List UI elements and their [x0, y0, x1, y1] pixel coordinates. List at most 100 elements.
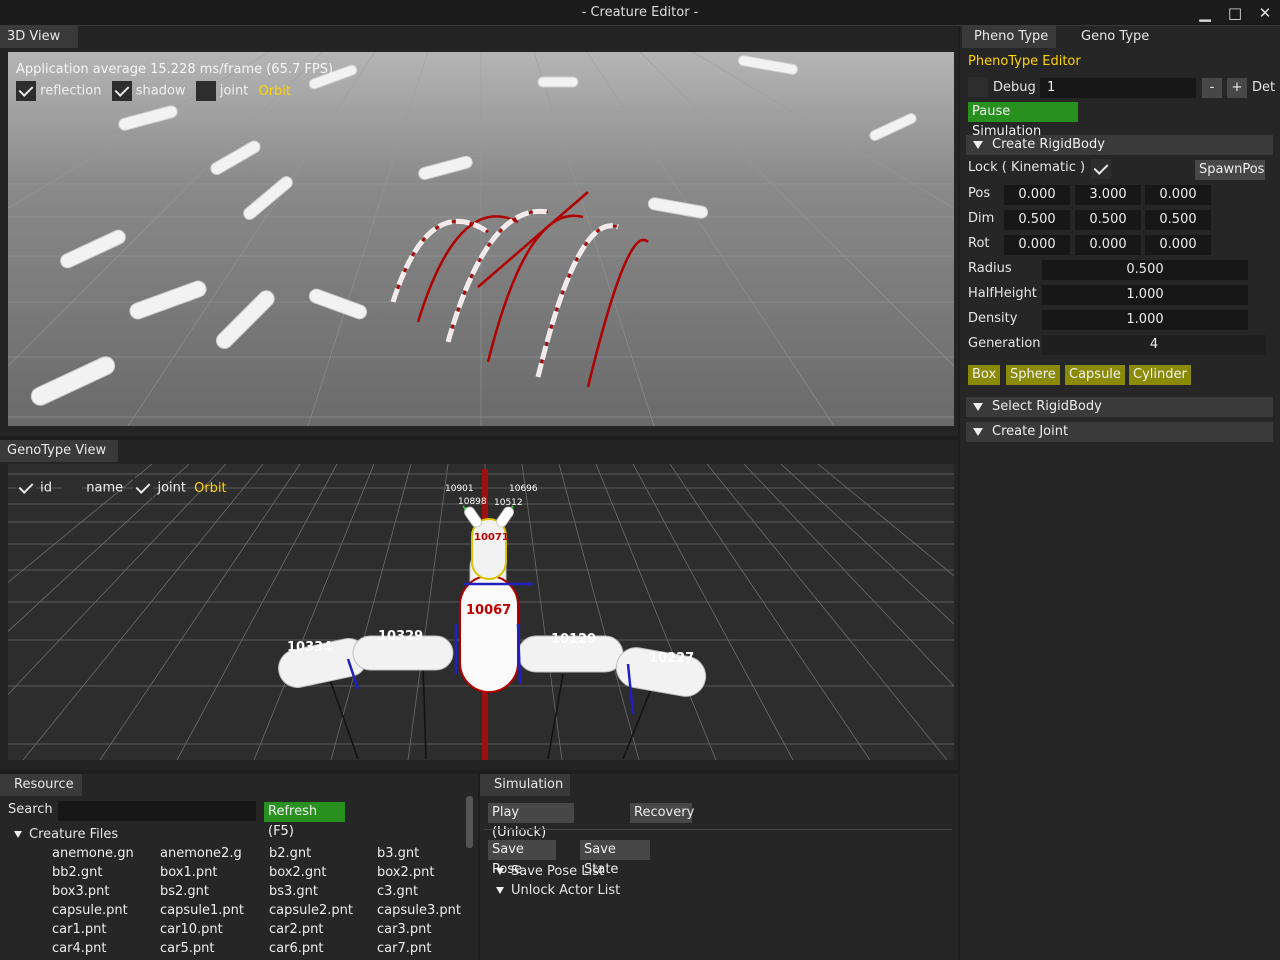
file-item[interactable]: bb2.gnt [52, 865, 103, 880]
halfheight-field[interactable]: 1.000 [1042, 285, 1248, 305]
id-checkbox[interactable] [16, 478, 36, 498]
node-label-10329: 10329 [378, 629, 424, 644]
reflection-label: reflection [40, 83, 102, 99]
minimize-button[interactable]: ▁ [1192, 2, 1218, 24]
resource-scrollbar[interactable] [466, 796, 473, 848]
debug-increment-button[interactable]: + [1227, 78, 1247, 98]
view3d-toolbar: reflection shadow joint Orbit [16, 81, 291, 101]
file-item[interactable]: car6.pnt [269, 941, 323, 956]
play-unlock-button[interactable]: Play (Unlock) [488, 803, 574, 840]
pos-z-field[interactable]: 0.000 [1145, 185, 1211, 205]
file-item[interactable]: box2.gnt [269, 865, 327, 880]
tab-resource[interactable]: Resource [0, 774, 82, 796]
tab-pheno-type[interactable]: Pheno Type [962, 26, 1056, 48]
pos-label: Pos [968, 186, 991, 201]
title-bar: - Creature Editor - ▁ □ ✕ [0, 0, 1280, 26]
recovery-button[interactable]: Recovery [630, 803, 694, 823]
unlock-actor-list-header[interactable]: Unlock Actor List [496, 883, 620, 898]
create-rigidbody-header[interactable]: Create RigidBody [966, 135, 1273, 155]
orbit-label[interactable]: Orbit [258, 84, 291, 99]
file-item[interactable]: box3.pnt [52, 884, 110, 899]
sphere-shape-button[interactable]: Sphere [1006, 365, 1060, 385]
tab-geno-type[interactable]: Geno Type [1070, 26, 1160, 48]
file-item[interactable]: car3.pnt [377, 922, 431, 937]
tab-genotype-view[interactable]: GenoType View [0, 440, 118, 462]
rot-z-field[interactable]: 0.000 [1145, 235, 1211, 255]
file-item[interactable]: anemone.gn [52, 846, 134, 861]
debug-input[interactable]: 1 [1040, 78, 1196, 98]
tab-3d-view[interactable]: 3D View [0, 26, 78, 48]
halfheight-label: HalfHeight [968, 286, 1037, 301]
file-item[interactable]: box2.pnt [377, 865, 435, 880]
file-item[interactable]: capsule3.pnt [377, 903, 461, 918]
box-shape-button[interactable]: Box [968, 365, 1001, 385]
node-label-10071: 10071 [474, 532, 509, 543]
pause-simulation-button[interactable]: Pause Simulation [968, 102, 1078, 139]
view3d-viewport[interactable] [8, 52, 954, 426]
node-label-10227: 10227 [649, 651, 695, 666]
tab-simulation[interactable]: Simulation [480, 774, 570, 796]
collapse-arrow-icon [973, 428, 983, 436]
dim-z-field[interactable]: 0.500 [1145, 210, 1211, 230]
rot-label: Rot [968, 236, 990, 251]
radius-field[interactable]: 0.500 [1042, 260, 1248, 280]
dim-y-field[interactable]: 0.500 [1075, 210, 1141, 230]
genotype-joint-checkbox[interactable] [133, 478, 154, 498]
rot-y-field[interactable]: 0.000 [1075, 235, 1141, 255]
file-item[interactable]: box1.pnt [160, 865, 218, 880]
genotype-joint-label: joint [157, 480, 186, 496]
shadow-checkbox[interactable] [111, 81, 132, 101]
unlock-actor-list-label: Unlock Actor List [511, 883, 621, 898]
pos-x-field[interactable]: 0.000 [1004, 185, 1070, 205]
save-pose-list-header[interactable]: Save Pose List [496, 864, 604, 879]
creature-files-header[interactable]: Creature Files [14, 827, 118, 842]
save-pose-list-label: Save Pose List [511, 864, 604, 879]
file-item[interactable]: bs3.gnt [269, 884, 318, 899]
reflection-checkbox[interactable] [16, 81, 36, 101]
file-item[interactable]: car4.pnt [52, 941, 106, 956]
dim-x-field[interactable]: 0.500 [1004, 210, 1070, 230]
select-rigidbody-header[interactable]: Select RigidBody [966, 397, 1273, 417]
file-item[interactable]: bs2.gnt [160, 884, 209, 899]
node-label-10334: 10334 [287, 640, 333, 655]
node-label-10067: 10067 [466, 603, 512, 618]
file-item[interactable]: b2.gnt [269, 846, 311, 861]
density-field[interactable]: 1.000 [1042, 310, 1248, 330]
file-item[interactable]: capsule2.pnt [269, 903, 353, 918]
close-button[interactable]: ✕ [1252, 2, 1278, 24]
file-item[interactable]: b3.gnt [377, 846, 419, 861]
create-joint-header[interactable]: Create Joint [966, 422, 1273, 442]
capsule-shape-button[interactable]: Capsule [1065, 365, 1125, 385]
cylinder-shape-button[interactable]: Cylinder [1129, 365, 1191, 385]
file-item[interactable]: capsule1.pnt [160, 903, 244, 918]
file-item[interactable]: car10.pnt [160, 922, 223, 937]
search-input[interactable] [58, 801, 256, 821]
file-item[interactable]: anemone2.g [160, 846, 242, 861]
joint-checkbox[interactable] [195, 81, 216, 101]
create-rigidbody-label: Create RigidBody [992, 137, 1105, 152]
maximize-button[interactable]: □ [1222, 2, 1248, 24]
save-state-button[interactable]: Save State [580, 840, 650, 877]
file-item[interactable]: car5.pnt [160, 941, 214, 956]
file-item[interactable]: car1.pnt [52, 922, 106, 937]
file-item[interactable]: c3.gnt [377, 884, 418, 899]
rot-x-field[interactable]: 0.000 [1004, 235, 1070, 255]
file-item[interactable]: car2.pnt [269, 922, 323, 937]
debug-row [968, 77, 988, 97]
radius-label: Radius [968, 261, 1012, 276]
lock-checkbox[interactable] [1091, 159, 1111, 179]
save-pose-button[interactable]: Save Pose [488, 840, 556, 877]
refresh-button[interactable]: Refresh (F5) [264, 802, 345, 839]
debug-decrement-button[interactable]: - [1202, 78, 1222, 98]
window-title: - Creature Editor - [581, 5, 699, 20]
genotype-orbit-label[interactable]: Orbit [194, 481, 227, 496]
file-item[interactable]: car7.pnt [377, 941, 431, 956]
shadow-label: shadow [135, 83, 186, 99]
file-item[interactable]: capsule.pnt [52, 903, 128, 918]
select-rigidbody-label: Select RigidBody [992, 399, 1102, 414]
name-checkbox[interactable] [62, 478, 83, 498]
generation-slider[interactable]: 4 [1042, 335, 1266, 355]
spawnpos-button[interactable]: SpawnPos [1195, 160, 1265, 180]
debug-checkbox[interactable] [968, 77, 988, 97]
pos-y-field[interactable]: 3.000 [1075, 185, 1141, 205]
